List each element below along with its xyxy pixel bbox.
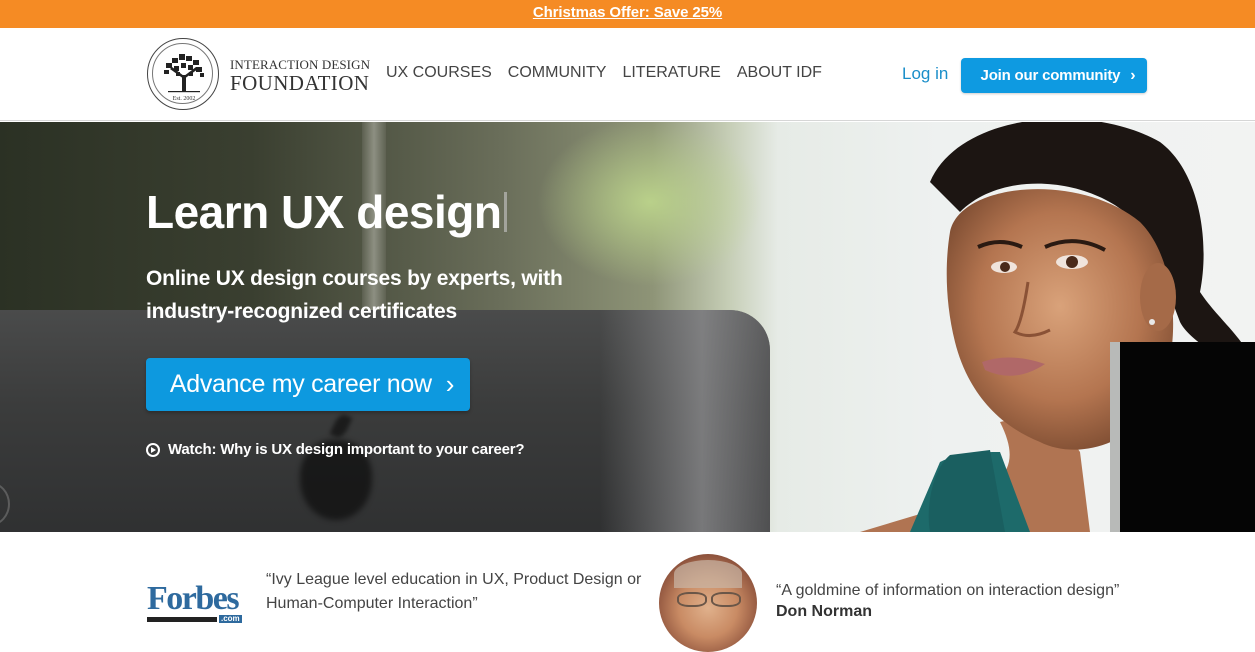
promo-link[interactable]: Christmas Offer: Save 25%	[533, 4, 722, 21]
nav-about-idf[interactable]: ABOUT IDF	[737, 64, 822, 82]
forbes-logo[interactable]: Forbes .com	[147, 580, 247, 623]
avatar-hair	[674, 560, 742, 588]
join-community-label: Join our community	[980, 67, 1121, 84]
logo-line2: FOUNDATION	[230, 71, 370, 95]
testimonial-author: Don Norman	[776, 603, 872, 620]
watch-video-link[interactable]: Watch: Why is UX design important to you…	[146, 441, 606, 458]
nav-literature[interactable]: LITERATURE	[622, 64, 720, 82]
play-circle-icon	[146, 442, 160, 457]
nav-ux-courses[interactable]: UX COURSES	[386, 64, 492, 82]
hero-title-text: Learn UX design	[146, 186, 502, 238]
login-link[interactable]: Log in	[902, 64, 948, 84]
testimonial-quote-forbes: “Ivy League level education in UX, Produ…	[266, 571, 642, 612]
hero-section: Learn UX design Online UX design courses…	[0, 122, 1255, 532]
logo[interactable]: Est. 2002 INTERACTION DESIGN FOUNDATION	[147, 38, 370, 110]
join-community-button[interactable]: Join our community ›	[961, 58, 1147, 93]
watch-video-label: Watch: Why is UX design important to you…	[168, 441, 525, 458]
nav-community[interactable]: COMMUNITY	[508, 64, 607, 82]
promo-banner: Christmas Offer: Save 25%	[0, 0, 1255, 28]
testimonial-quote-norman: “A goldmine of information on interactio…	[776, 582, 1120, 599]
hero-content: Learn UX design Online UX design courses…	[146, 184, 606, 458]
forbes-com: .com	[219, 614, 242, 623]
typing-cursor	[504, 192, 508, 232]
main-nav: UX COURSES COMMUNITY LITERATURE ABOUT ID…	[386, 64, 838, 82]
advance-career-button[interactable]: Advance my career now ›	[146, 358, 470, 411]
chevron-right-icon: ›	[445, 369, 455, 399]
hero-subtitle: Online UX design courses by experts, wit…	[146, 267, 563, 323]
hero-bg-monitor	[1110, 342, 1255, 532]
forbes-bar	[147, 616, 217, 622]
svg-text:Est. 2002: Est. 2002	[173, 96, 196, 102]
hero-title: Learn UX design	[146, 184, 606, 240]
logo-line1: INTERACTION DESIGN	[230, 57, 371, 72]
avatar-don-norman	[659, 554, 757, 652]
testimonials-section: Forbes .com “Ivy League level education …	[0, 532, 1255, 652]
hero-bg-laptop-edge	[600, 310, 770, 532]
logo-wordmark: INTERACTION DESIGN FOUNDATION	[230, 54, 371, 95]
avatar-glasses	[673, 592, 743, 608]
site-header: Est. 2002 INTERACTION DESIGN FOUNDATION …	[0, 28, 1255, 121]
logo-seal-icon: Est. 2002	[147, 38, 219, 110]
chevron-right-icon: ›	[1130, 66, 1136, 84]
advance-career-label: Advance my career now	[169, 370, 432, 398]
forbes-underline: .com	[147, 615, 247, 623]
forbes-wordmark: Forbes	[147, 580, 240, 617]
